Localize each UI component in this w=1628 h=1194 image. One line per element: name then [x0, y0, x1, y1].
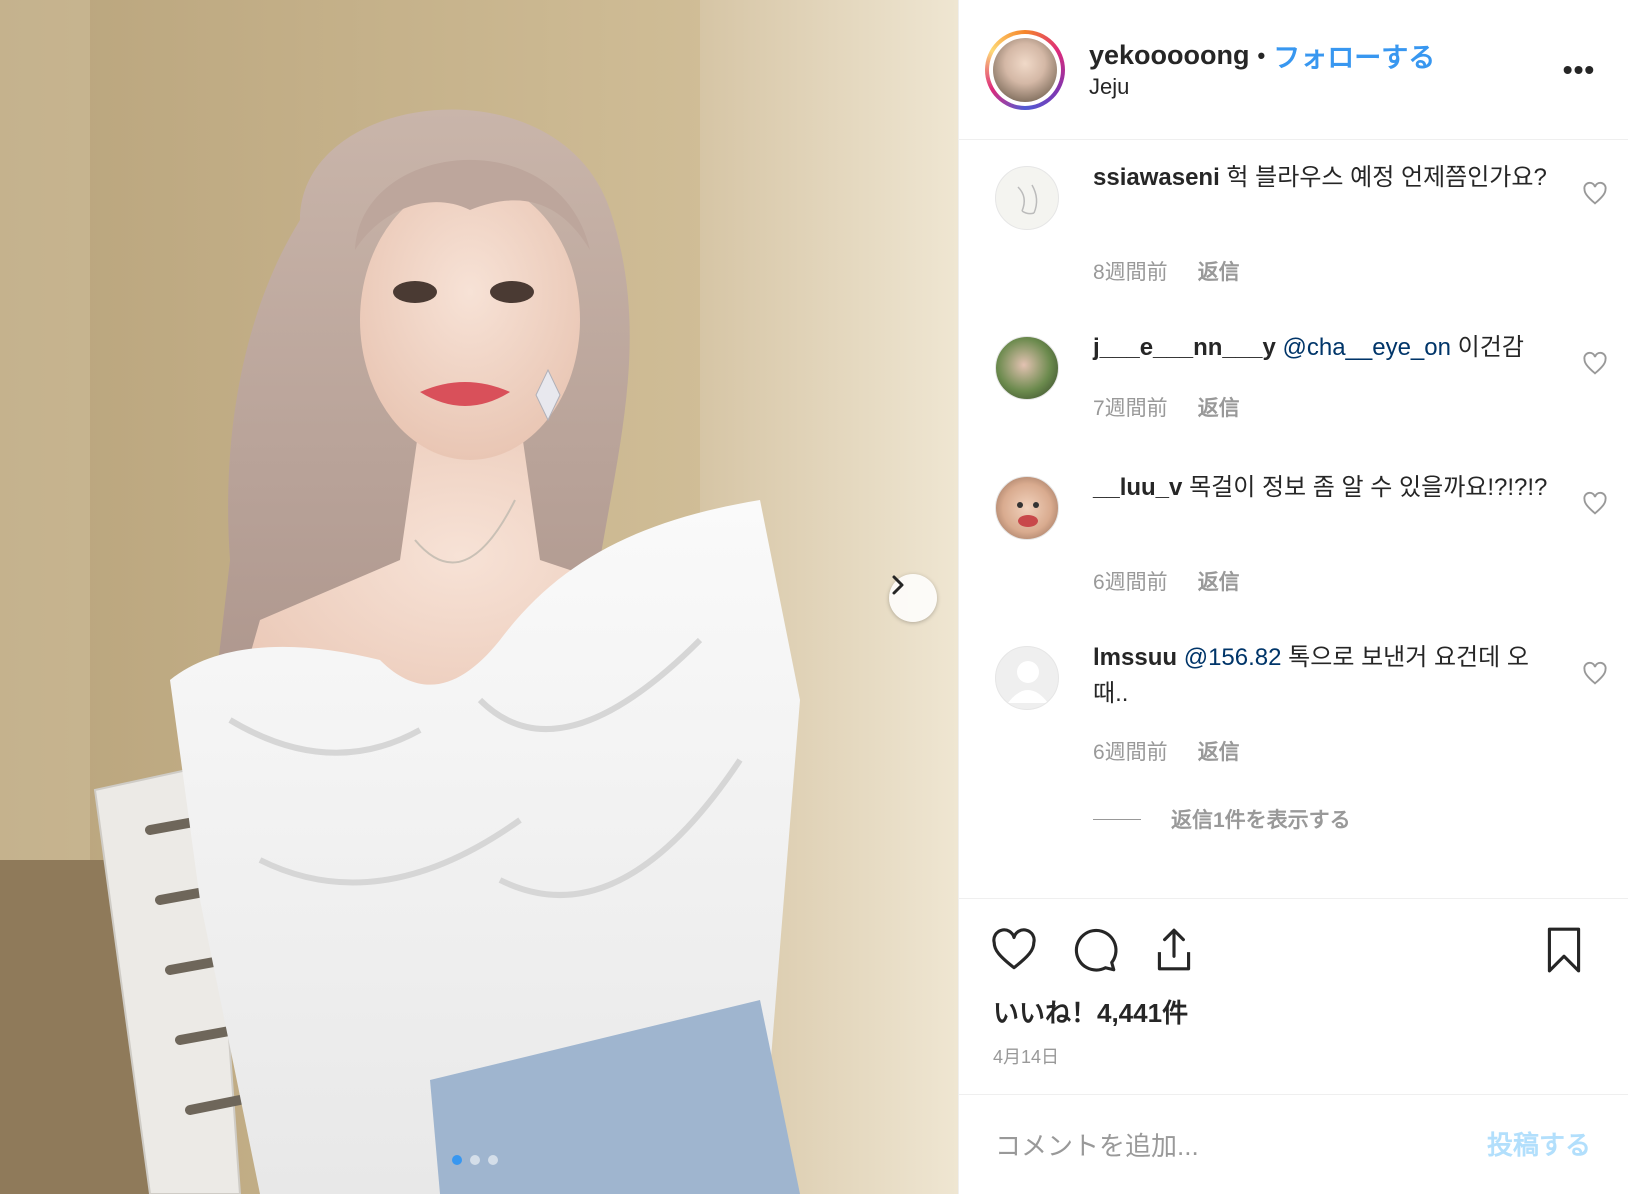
photo-illustration	[0, 0, 958, 1194]
carousel-dot	[452, 1155, 462, 1165]
comment-body: 목걸이 정보 좀 알 수 있을까요!?!?!?	[1189, 474, 1548, 501]
comment-avatar[interactable]	[995, 646, 1059, 710]
username-line: yekooooong • フォローする	[1089, 36, 1435, 75]
heart-icon[interactable]	[1581, 490, 1609, 518]
comment-avatar[interactable]	[995, 166, 1059, 230]
comment-avatar[interactable]	[995, 336, 1059, 400]
heart-icon[interactable]	[1581, 350, 1609, 378]
post-side-panel: yekooooong • フォローする Jeju ••• ssiawaseni …	[958, 0, 1628, 1194]
carousel-dot	[470, 1155, 480, 1165]
chevron-right-icon	[892, 575, 904, 595]
share-icon[interactable]	[1149, 925, 1199, 975]
post-header: yekooooong • フォローする Jeju •••	[959, 0, 1628, 140]
comment-text: lmssuu @156.82 톡으로 보낸거 요건데 오때..	[1093, 640, 1553, 712]
view-replies-label: 返信1件を表示する	[1171, 809, 1351, 832]
avatar-image	[993, 38, 1057, 102]
divider-line	[1093, 818, 1141, 820]
post-actions: いいね！4,441件 4月14日	[959, 898, 1628, 1094]
comment-username[interactable]: j___e___nn___y	[1093, 334, 1276, 361]
location-link[interactable]: Jeju	[1089, 74, 1129, 100]
follow-button[interactable]: フォローする	[1273, 36, 1435, 75]
heart-icon[interactable]	[1581, 180, 1609, 208]
comment-text: j___e___nn___y @cha__eye_on 이건감	[1093, 330, 1553, 366]
comment-input[interactable]	[993, 1123, 1457, 1169]
comment-time: 6週間前	[1093, 741, 1168, 764]
more-icon: •••	[1562, 54, 1596, 85]
reply-button[interactable]: 返信	[1198, 261, 1240, 284]
likes-count[interactable]: いいね！4,441件	[993, 993, 1188, 1030]
bookmark-icon[interactable]	[1539, 925, 1589, 975]
carousel-next-button[interactable]	[889, 574, 937, 622]
username-link[interactable]: yekooooong	[1089, 40, 1250, 71]
comment-username[interactable]: ssiawaseni	[1093, 164, 1220, 191]
comment-mention[interactable]: @156.82	[1184, 644, 1282, 671]
carousel-dot	[488, 1155, 498, 1165]
post-comment-button[interactable]: 投稿する	[1487, 1125, 1591, 1162]
view-replies-button[interactable]: 返信1件を表示する	[1093, 804, 1351, 834]
comment-username[interactable]: lmssuu	[1093, 644, 1177, 671]
default-avatar-icon	[1008, 661, 1048, 703]
add-comment-bar: 投稿する	[959, 1094, 1628, 1194]
comments-list[interactable]: ssiawaseni 헉 블라우스 예정 언제쯤인가요? 8週間前 返信 j___…	[959, 140, 1628, 898]
reply-button[interactable]: 返信	[1198, 741, 1240, 764]
comment-icon[interactable]	[1069, 925, 1119, 975]
post-photo[interactable]	[0, 0, 958, 1194]
comment-username[interactable]: __luu_v	[1093, 474, 1182, 501]
comment-meta: 6週間前 返信	[1093, 736, 1240, 766]
comment-meta: 8週間前 返信	[1093, 256, 1240, 286]
separator-dot: •	[1257, 42, 1266, 68]
comment-avatar[interactable]	[995, 476, 1059, 540]
comment-mention[interactable]: @cha__eye_on	[1282, 334, 1451, 361]
comment-meta: 7週間前 返信	[1093, 392, 1240, 422]
heart-icon[interactable]	[1581, 660, 1609, 688]
comment-body: 이건감	[1457, 334, 1524, 361]
comment-text: ssiawaseni 헉 블라우스 예정 언제쯤인가요?	[1093, 160, 1553, 196]
comment-meta: 6週間前 返信	[1093, 566, 1240, 596]
carousel-indicator	[452, 1155, 498, 1165]
heart-icon[interactable]	[989, 925, 1039, 975]
reply-button[interactable]: 返信	[1198, 397, 1240, 420]
post-date[interactable]: 4月14日	[993, 1043, 1059, 1069]
reply-button[interactable]: 返信	[1198, 571, 1240, 594]
comment-time: 6週間前	[1093, 571, 1168, 594]
comment-time: 7週間前	[1093, 397, 1168, 420]
comment-body: 헉 블라우스 예정 언제쯤인가요?	[1226, 164, 1547, 191]
avatar[interactable]	[985, 30, 1065, 110]
more-options-button[interactable]: •••	[1559, 50, 1599, 90]
comment-time: 8週間前	[1093, 261, 1168, 284]
comment-text: __luu_v 목걸이 정보 좀 알 수 있을까요!?!?!?	[1093, 470, 1553, 506]
